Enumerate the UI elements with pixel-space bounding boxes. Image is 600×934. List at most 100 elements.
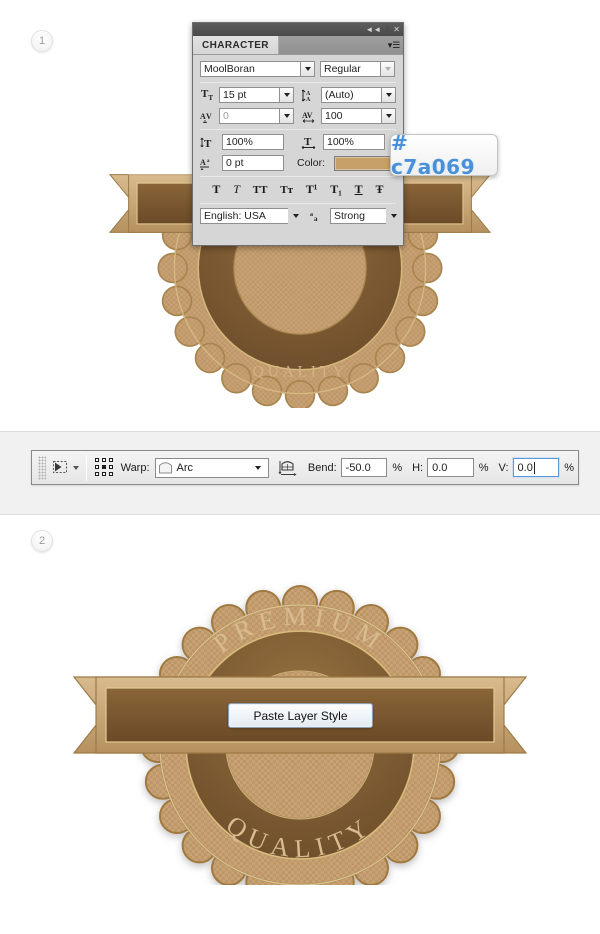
panel-menu-icon[interactable]: ▾☰ [385,36,403,54]
font-size-combo[interactable]: 15 pt [219,87,294,103]
horizontal-scale-value[interactable]: 100% [323,134,385,150]
h-value: 0.0 [432,461,448,474]
vertical-scale-icon: T [200,136,217,149]
kerning-dropdown-arrow[interactable] [279,108,294,124]
font-row: MoolBoran Regular [200,61,396,77]
divider-3 [200,176,396,177]
baseline-color-row: A a 0 pt Color: [200,155,396,171]
svg-text:a: a [207,159,210,164]
kerning-tracking-row: A V 0 AV 100 [200,108,396,124]
move-tool-dropdown-arrow[interactable] [73,465,80,470]
small-caps-button[interactable]: Tᴛ [280,184,293,196]
panel-tab-row: CHARACTER ▾☰ [193,36,403,55]
font-family-combo[interactable]: MoolBoran [200,61,315,77]
v-value: 0.0 [517,461,533,474]
type-style-buttons: T T TT Tᴛ T¹ T₁ T Ŧ [200,181,396,200]
language-combo[interactable]: English: USA [200,208,303,224]
panel-body: MoolBoran Regular TT 15 pt A A (Auto) A … [193,55,403,230]
warp-label: Warp: [120,461,150,474]
leading-combo[interactable]: (Auto) [321,87,396,103]
baseline-shift-icon: A a [200,157,217,170]
language-value[interactable]: English: USA [200,208,288,224]
svg-text:AV: AV [302,111,313,120]
text-caret [533,461,535,474]
warp-style-select[interactable]: Arc [154,457,269,478]
antialias-dropdown-arrow[interactable] [386,208,401,224]
tutorial-page: 1 QUALITY ◄◄ | ✕ CHARACTER ▾☰ MoolBoran … [0,0,600,934]
antialias-icon: a a [309,210,324,223]
paste-layer-style-label: Paste Layer Style [253,708,348,723]
antialias-value[interactable]: Strong [330,208,386,224]
toolbar-grip[interactable] [38,455,47,480]
font-style-value[interactable]: Regular [320,61,380,77]
faux-italic-button[interactable]: T [233,182,240,197]
reference-point-locator-icon[interactable] [94,458,114,478]
leading-value[interactable]: (Auto) [321,87,381,103]
warp-style-dropdown-arrow[interactable] [251,460,266,476]
font-style-combo[interactable]: Regular [320,61,396,77]
font-size-dropdown-arrow[interactable] [279,87,294,103]
font-size-value[interactable]: 15 pt [219,87,279,103]
h-label: H: [412,461,424,474]
step-marker-1: 1 [31,30,53,52]
paste-layer-style-button[interactable]: Paste Layer Style [228,703,373,728]
vertical-scale-value[interactable]: 100% [222,134,284,150]
size-leading-row: TT 15 pt A A (Auto) [200,87,396,103]
bend-value: -50.0 [345,461,371,474]
panel-title-bar: ◄◄ | ✕ [193,23,403,36]
faux-bold-button[interactable]: T [212,182,220,197]
warp-options-toolbar[interactable]: Warp: Arc Bend: -50.0 % H: 0.0 % V: 0.0 … [31,450,579,485]
bend-input[interactable]: -50.0 [340,458,388,477]
bend-unit: % [392,461,403,474]
underline-button[interactable]: T [355,182,363,197]
tab-character[interactable]: CHARACTER [193,36,279,54]
all-caps-button[interactable]: TT [253,184,268,196]
language-dropdown-arrow[interactable] [288,208,303,224]
close-icon[interactable]: ✕ [393,25,400,34]
warp-style-value: Arc [176,461,194,474]
divider-1 [200,82,396,83]
tab-strip-filler [278,36,385,54]
font-style-dropdown-arrow [380,61,395,77]
leading-dropdown-arrow[interactable] [381,87,396,103]
character-panel[interactable]: ◄◄ | ✕ CHARACTER ▾☰ MoolBoran Regular TT… [192,22,404,246]
hex-color-text: # c7a069 [391,131,476,179]
font-size-icon: TT [200,87,213,103]
kerning-icon: A V [200,110,214,123]
horizontal-scale-icon: T [301,136,318,149]
tracking-combo[interactable]: 100 [321,108,396,124]
kerning-value[interactable]: 0 [219,108,279,124]
language-antialias-row: English: USA a a Strong [200,208,397,230]
divider-4 [200,203,396,204]
leading-icon: A A [302,89,316,102]
svg-text:V: V [206,112,212,121]
h-input[interactable]: 0.0 [427,458,474,477]
tracking-dropdown-arrow[interactable] [381,108,396,124]
hex-color-callout: # c7a069 [390,131,498,179]
warp-arc-icon [158,461,173,475]
svg-text:QUALITY: QUALITY [252,364,347,381]
change-warp-orientation-icon[interactable] [278,458,298,478]
collapse-icon[interactable]: ◄◄ [365,25,381,34]
svg-text:T: T [204,138,212,149]
svg-text:T: T [304,136,312,148]
strikethrough-button[interactable]: Ŧ [375,182,383,197]
font-family-value[interactable]: MoolBoran [200,61,300,77]
font-family-dropdown-arrow[interactable] [300,61,315,77]
move-selection-icon[interactable] [50,458,70,478]
svg-text:a: a [314,215,318,223]
superscript-button[interactable]: T¹ [306,182,318,197]
toolbar-separator-1 [86,454,88,481]
antialias-combo[interactable]: Strong [330,208,401,224]
v-unit: % [564,461,574,474]
subscript-button[interactable]: T₁ [330,182,342,197]
v-input[interactable]: 0.0 [512,458,560,477]
baseline-shift-value[interactable]: 0 pt [222,155,284,171]
divider-2 [200,129,396,130]
kerning-combo[interactable]: 0 [219,108,294,124]
scale-row: T 100% T 100% [200,134,396,150]
tracking-value[interactable]: 100 [321,108,381,124]
text-color-swatch[interactable] [334,155,393,171]
bend-label: Bend: [307,461,337,474]
svg-text:a: a [310,212,313,218]
